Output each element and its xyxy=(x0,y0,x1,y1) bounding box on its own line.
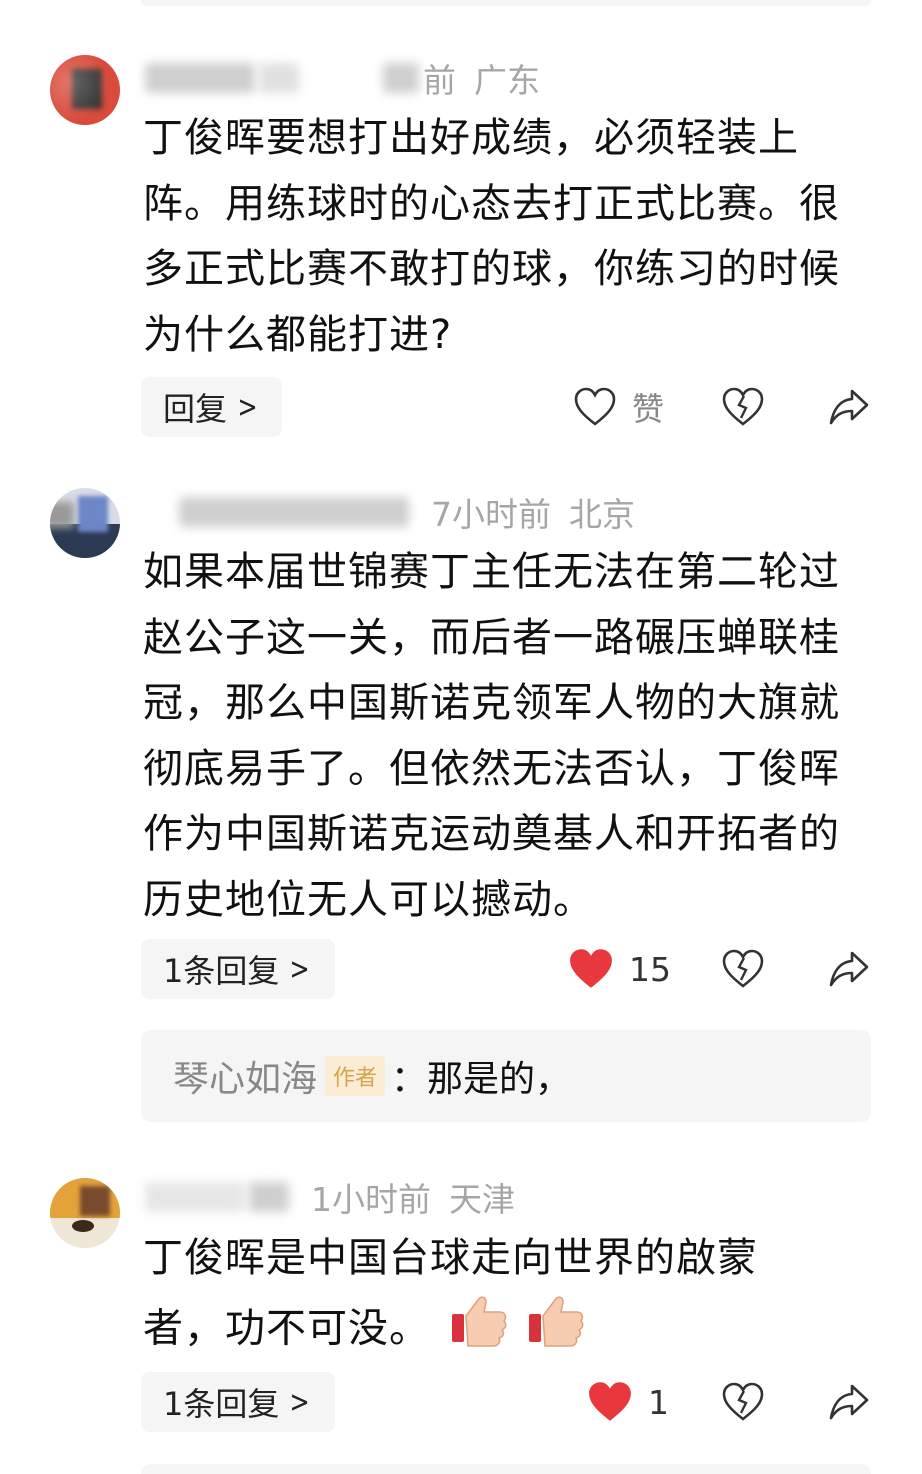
avatar[interactable] xyxy=(50,488,120,558)
share-button[interactable] xyxy=(828,949,870,993)
next-comment-edge xyxy=(141,1464,871,1474)
heart-filled-icon xyxy=(589,1382,631,1421)
comment-actions: 15 xyxy=(0,939,922,999)
blurred-username xyxy=(259,63,299,93)
comment-time: 前 xyxy=(423,61,456,100)
dislike-button[interactable] xyxy=(722,949,764,993)
blurred-username xyxy=(249,1182,289,1212)
comment-actions: 赞 xyxy=(0,377,922,437)
share-icon xyxy=(829,1384,869,1420)
avatar[interactable] xyxy=(50,55,120,125)
avatar[interactable] xyxy=(50,1178,120,1248)
sub-reply-text: ：那是的， xyxy=(391,1059,572,1100)
dislike-button[interactable] xyxy=(722,1382,764,1426)
blurred-username xyxy=(383,63,419,93)
previous-comment-edge xyxy=(141,0,871,6)
share-button[interactable] xyxy=(828,387,870,431)
heart-filled-icon xyxy=(570,949,612,988)
like-count: 1 xyxy=(648,1382,669,1422)
comment-meta: 7小时前 北京 xyxy=(145,492,635,534)
comment-location: 广东 xyxy=(474,61,540,100)
comment-meta: 1小时前 天津 xyxy=(145,1177,515,1219)
share-icon xyxy=(829,389,869,425)
comment-time: 1小时前 xyxy=(311,1180,431,1219)
sub-reply-preview[interactable]: 琴心如海 作者 ：那是的， xyxy=(141,1030,871,1122)
comment-text: 丁俊晖要想打出好成绩，必须轻装上阵。用练球时的心态去打正式比赛。很多正式比赛不敢… xyxy=(143,115,840,358)
broken-heart-icon xyxy=(722,387,764,426)
blurred-username xyxy=(145,1182,245,1212)
dislike-button[interactable] xyxy=(722,387,764,431)
comment-text: 丁俊晖是中国台球走向世界的啟蒙者，功不可没。 xyxy=(143,1226,823,1368)
broken-heart-icon xyxy=(722,1382,764,1421)
thumbs-up-icon xyxy=(527,1292,585,1369)
like-count: 15 xyxy=(629,949,671,989)
comment-location: 北京 xyxy=(569,495,635,534)
like-button[interactable]: 赞 xyxy=(574,377,664,437)
thumbs-up-icon xyxy=(450,1292,508,1369)
blurred-username xyxy=(179,497,409,527)
heart-outline-icon xyxy=(574,387,616,426)
comment-time: 7小时前 xyxy=(431,495,551,534)
like-button[interactable]: 1 xyxy=(586,1372,669,1432)
comment-location: 天津 xyxy=(449,1180,515,1219)
like-label: 赞 xyxy=(632,390,665,428)
share-button[interactable] xyxy=(828,1382,870,1426)
sub-reply-author[interactable]: 琴心如海 xyxy=(173,1050,317,1102)
comment-meta: 前 广东 xyxy=(145,58,540,100)
broken-heart-icon xyxy=(722,949,764,988)
share-icon xyxy=(829,951,869,987)
comment-actions: 1 xyxy=(0,1372,922,1432)
like-button[interactable]: 15 xyxy=(567,939,671,999)
author-badge: 作者 xyxy=(325,1056,386,1096)
comment-text: 如果本届世锦赛丁主任无法在第二轮过赵公子这一关，而后者一路碾压蝉联桂冠，那么中国… xyxy=(143,549,840,923)
blurred-username xyxy=(145,63,255,93)
